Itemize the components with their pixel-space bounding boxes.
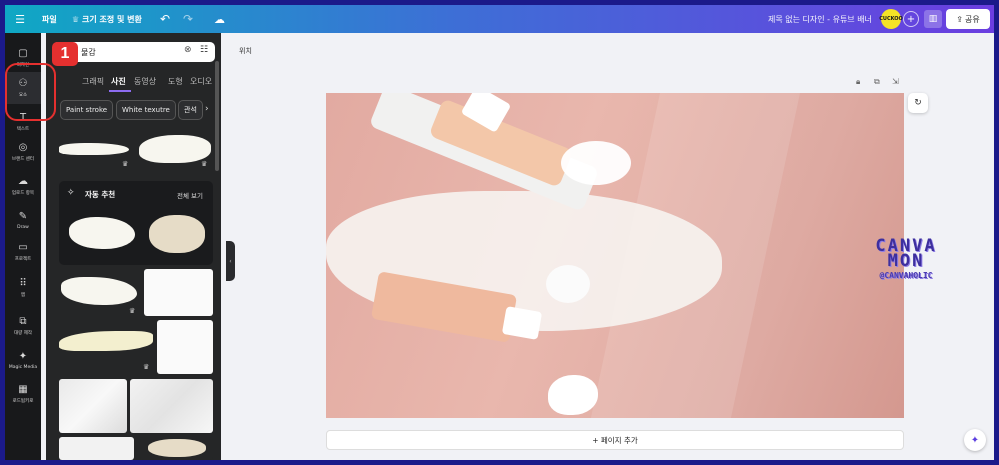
sidebar-item-label: Magic Media (8, 364, 38, 370)
design-canvas[interactable] (326, 93, 904, 418)
magic-media-icon: ✦ (18, 350, 28, 362)
cream-dab (548, 375, 598, 415)
cloud-save-icon: ☁ (214, 12, 225, 26)
tab-shapes[interactable]: 도형 (168, 76, 183, 87)
result-thumb[interactable] (140, 437, 213, 460)
file-menu[interactable]: 파일 (42, 5, 57, 33)
clear-icon[interactable]: ⊗ (184, 45, 192, 55)
sidebar-item-label: 브랜드 센터 (11, 157, 35, 162)
design-icon: ▢ (18, 48, 28, 59)
app-icon: ▦ (18, 384, 28, 395)
folder-icon: ▭ (18, 242, 28, 253)
upload-icon: ☁ (18, 176, 28, 187)
chip-paint-stroke[interactable]: Paint stroke (60, 100, 114, 120)
tab-videos[interactable]: 동영상 (134, 76, 156, 87)
draw-icon: ✎ (18, 210, 28, 222)
sidebar-item-bulk-create[interactable]: ⧉ 대량 제작 (5, 310, 41, 342)
watermark-line2: MON (887, 251, 925, 271)
collapse-panel-button[interactable]: ‹ (226, 241, 235, 281)
sidebar-item-draw[interactable]: ✎ Draw (5, 204, 41, 236)
sidebar-item-uploads[interactable]: ☁ 업로드 항목 (5, 170, 41, 202)
sidebar-item-loaded[interactable]: ▦ 로드됨키로 (5, 378, 41, 410)
resize-button[interactable]: ♕ 크기 조정 및 변환 (72, 5, 142, 33)
active-tab-indicator (109, 90, 131, 92)
magic-sparkle-icon[interactable]: ✦ (964, 429, 986, 451)
cream-dab (561, 141, 631, 185)
result-thumb[interactable] (157, 320, 213, 374)
tab-photos[interactable]: 사진 (111, 76, 126, 87)
cream-jar (546, 265, 590, 303)
filter-icon[interactable]: ☷ (200, 45, 208, 55)
chip-white-texture[interactable]: White texutre (116, 100, 176, 120)
result-thumb[interactable] (146, 211, 208, 257)
redo-icon[interactable]: ↷ (183, 5, 193, 33)
brand-icon: ◎ (18, 142, 28, 153)
share-button[interactable]: ⇪ 공유 (946, 9, 990, 29)
result-thumb[interactable] (67, 211, 139, 257)
menu-icon[interactable]: ☰ (13, 5, 27, 33)
duplicate-icon[interactable]: ⧉ (874, 77, 880, 87)
app-window: ☰ 파일 ♕ 크기 조정 및 변환 ↶ ↷ ☁ 제목 없는 디자인 - 유튜브 … (5, 5, 994, 460)
sidebar-item-label: 프로젝트 (14, 257, 32, 262)
result-thumb[interactable] (59, 379, 127, 433)
auto-recommend-section: ✧ 자동 추천 전체 보기 (59, 181, 213, 265)
premium-crown-icon: ♛ (122, 160, 129, 168)
top-bar: ☰ 파일 ♕ 크기 조정 및 변환 ↶ ↷ ☁ 제목 없는 디자인 - 유튜브 … (5, 5, 994, 33)
design-title[interactable]: 제목 없는 디자인 - 유튜브 배너 (768, 5, 872, 33)
lock-icon[interactable]: 🔒︎ (856, 77, 860, 87)
share-icon: ⇪ (956, 14, 963, 24)
result-thumb[interactable] (59, 323, 155, 363)
tube-cap (501, 306, 543, 340)
sidebar-item-label: 텍스트 (16, 127, 30, 132)
sidebar-item-label: 업로드 항목 (11, 191, 35, 196)
sidebar-item-projects[interactable]: ▭ 프로젝트 (5, 236, 41, 268)
invite-plus-button[interactable]: + (903, 11, 919, 27)
add-page-button[interactable]: + 페이지 추가 (326, 430, 904, 450)
bulk-icon: ⧉ (19, 316, 27, 327)
premium-crown-icon: ♛ (201, 160, 208, 168)
sidebar-item-apps[interactable]: ⠿ 앱 (5, 272, 41, 304)
share-label: 공유 (964, 14, 980, 24)
refresh-icon[interactable]: ↻ (908, 93, 928, 113)
tab-graphics[interactable]: 그래픽 (82, 76, 104, 87)
sidebar-item-label: 대량 제작 (14, 331, 32, 336)
annotation-highlight (5, 63, 56, 121)
sidebar-item-label: Draw (17, 224, 29, 230)
category-tabs: 그래픽 사진 동영상 도형 오디오 (46, 72, 221, 90)
sidebar-item-magic-media[interactable]: ✦ Magic Media (5, 344, 41, 376)
sidebar-item-brand[interactable]: ◎ 브랜드 센터 (5, 136, 41, 168)
position-button[interactable]: 위치 (239, 46, 252, 56)
insights-chart-icon[interactable]: ▥ (924, 10, 942, 28)
premium-crown-icon: ♛ (143, 363, 150, 371)
undo-icon[interactable]: ↶ (160, 5, 170, 33)
sidebar-item-label: 앱 (20, 293, 26, 298)
tab-audio[interactable]: 오디오 (190, 76, 212, 87)
annotation-badge: 1 (52, 42, 78, 66)
chevron-right-icon[interactable]: › (205, 104, 209, 114)
sidebar-item-label: 로드됨키로 (12, 399, 34, 404)
result-thumb[interactable] (144, 269, 213, 316)
chip-more[interactable]: 관석 (178, 100, 203, 120)
see-all-link[interactable]: 전체 보기 (177, 190, 203, 200)
watermark-line3: @CANVAHOLIC (879, 271, 933, 280)
add-page-icon[interactable]: ⇲ (892, 77, 899, 86)
sparkle-icon: ✧ (67, 188, 75, 198)
apps-icon: ⠿ (19, 278, 27, 289)
avatar[interactable]: CUCKOO (879, 9, 903, 29)
result-thumb[interactable] (130, 379, 213, 433)
result-thumb[interactable] (59, 437, 134, 460)
search-value: 물감 (81, 48, 96, 57)
premium-crown-icon: ♛ (129, 307, 136, 315)
auto-recommend-title: 자동 추천 (85, 190, 116, 199)
watermark-logo: CANVA MON @CANVAHOLIC (861, 238, 951, 281)
